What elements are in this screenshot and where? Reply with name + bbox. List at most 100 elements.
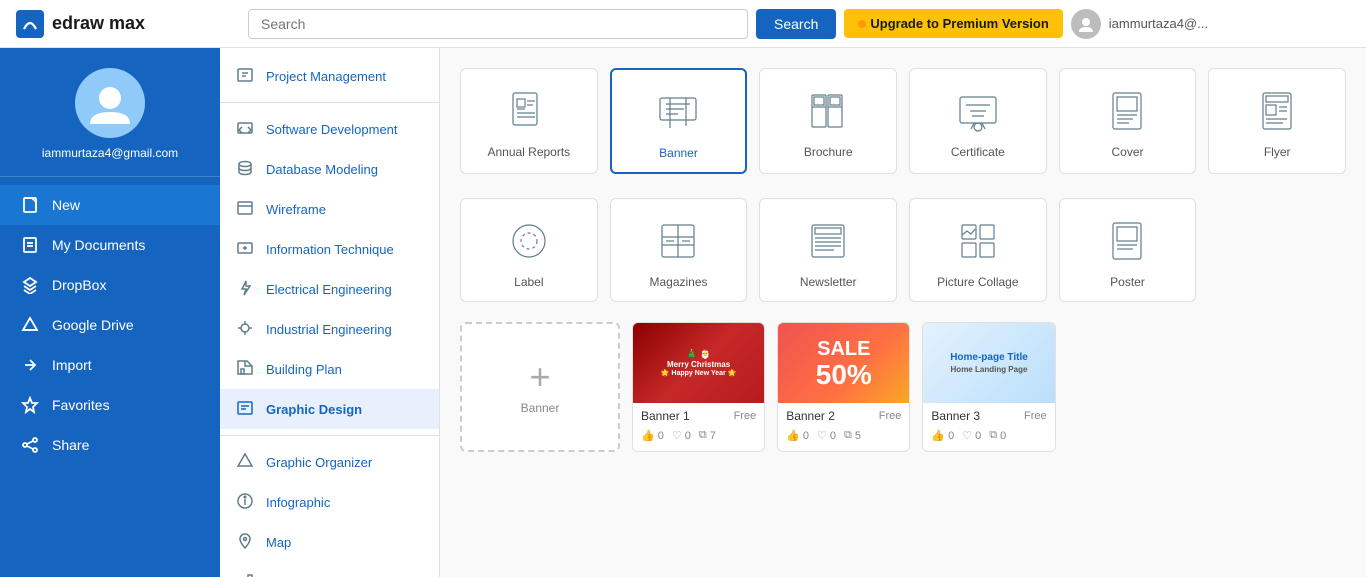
template-card-poster[interactable]: Poster (1059, 198, 1197, 302)
magazines-label: Magazines (649, 275, 707, 289)
template-card-magazines[interactable]: Magazines (610, 198, 748, 302)
banner-label: Banner (659, 146, 698, 160)
secondary-nav: Project Management Software Development … (220, 48, 440, 577)
annual-reports-label: Annual Reports (487, 145, 570, 159)
logo-text: edraw max (52, 13, 145, 34)
banner-3-hearts: ♡ 0 (962, 429, 981, 442)
banner-3-likes: 👍 0 (931, 429, 954, 442)
search-wrap: Search Upgrade to Premium Version iammur… (248, 9, 1350, 39)
banner-item-2[interactable]: SALE 50% Banner 2 Free 👍 0 ♡ 0 ⧉ 5 (777, 322, 910, 452)
banner-2-likes: 👍 0 (786, 429, 809, 442)
annual-reports-icon (503, 85, 555, 137)
template-card-picture-collage[interactable]: Picture Collage (909, 198, 1047, 302)
banner-icon (652, 86, 704, 138)
sw-icon (236, 119, 256, 139)
certificate-icon (952, 85, 1004, 137)
drive-icon (20, 315, 40, 335)
dropbox-icon (20, 275, 40, 295)
main-layout: iammurtaza4@gmail.com New My Documents D… (0, 48, 1366, 577)
secondary-item-industrial-engineering[interactable]: Industrial Engineering (220, 309, 439, 349)
template-card-newsletter[interactable]: Newsletter (759, 198, 897, 302)
flyer-label: Flyer (1264, 145, 1291, 159)
magazines-icon (652, 215, 704, 267)
flyer-icon (1251, 85, 1303, 137)
banner-3-title: Banner 3 (931, 409, 980, 423)
pm-icon (236, 66, 256, 86)
user-menu[interactable]: iammurtaza4@... (1071, 9, 1208, 39)
template-card-certificate[interactable]: Certificate (909, 68, 1047, 174)
sidebar-item-my-documents[interactable]: My Documents (0, 225, 220, 265)
info-icon (236, 492, 256, 512)
sidebar-item-new[interactable]: New (0, 185, 220, 225)
new-banner-label: Banner (521, 401, 560, 415)
template-card-label[interactable]: Label (460, 198, 598, 302)
secondary-item-wireframe[interactable]: Wireframe (220, 189, 439, 229)
newsletter-label: Newsletter (800, 275, 857, 289)
banner-item-1[interactable]: 🎄 🎅 Merry Christmas 🌟 Happy New Year 🌟 B… (632, 322, 765, 452)
secondary-item-software-development[interactable]: Software Development (220, 109, 439, 149)
banner-item-3[interactable]: Home-page Title Home Landing Page Banner… (922, 322, 1055, 452)
user-avatar (1071, 9, 1101, 39)
secondary-item-infographic[interactable]: Infographic (220, 482, 439, 522)
secondary-item-database-modeling[interactable]: Database Modeling (220, 149, 439, 189)
db-icon (236, 159, 256, 179)
wire-icon (236, 199, 256, 219)
go-icon (236, 452, 256, 472)
search-button[interactable]: Search (756, 9, 836, 39)
sidebar-item-dropbox[interactable]: DropBox (0, 265, 220, 305)
sidebar-item-import[interactable]: Import (0, 345, 220, 385)
template-card-cover[interactable]: Cover (1059, 68, 1197, 174)
sidebar-nav: New My Documents DropBox Google Drive (0, 177, 220, 473)
sidebar-item-google-drive[interactable]: Google Drive (0, 305, 220, 345)
sidebar-item-favorites[interactable]: Favorites (0, 385, 220, 425)
banner-3-copies: ⧉ 0 (989, 429, 1006, 442)
sidebar: iammurtaza4@gmail.com New My Documents D… (0, 48, 220, 577)
brochure-icon (802, 85, 854, 137)
banner-1-hearts: ♡ 0 (672, 429, 691, 442)
logo: edraw max (16, 10, 236, 38)
secondary-item-information-technique[interactable]: Information Technique (220, 229, 439, 269)
secondary-item-map[interactable]: Map (220, 522, 439, 562)
secondary-item-graphic-design[interactable]: Graphic Design (220, 389, 439, 429)
newsletter-icon (802, 215, 854, 267)
banner-1-likes: 👍 0 (641, 429, 664, 442)
share-icon (20, 435, 40, 455)
search-input[interactable] (248, 9, 748, 39)
certificate-label: Certificate (951, 145, 1005, 159)
picture-collage-label: Picture Collage (937, 275, 1018, 289)
template-type-grid: Annual Reports Banner (460, 68, 1346, 174)
import-icon (20, 355, 40, 375)
logo-icon (16, 10, 44, 38)
ee-icon (236, 279, 256, 299)
brochure-label: Brochure (804, 145, 853, 159)
banner-2-title: Banner 2 (786, 409, 835, 423)
picture-collage-icon (952, 215, 1004, 267)
template-card-brochure[interactable]: Brochure (759, 68, 897, 174)
banner-1-badge: Free (734, 410, 757, 422)
sidebar-avatar (75, 68, 145, 138)
new-banner-card[interactable]: + Banner (460, 322, 620, 452)
star-icon (20, 395, 40, 415)
secondary-item-graphs-and-charts[interactable]: Graphs and Charts (220, 562, 439, 577)
bp-icon (236, 359, 256, 379)
template-card-banner[interactable]: Banner (610, 68, 748, 174)
banner-1-title: Banner 1 (641, 409, 690, 423)
template-type-grid-2: Label Magazines (460, 198, 1346, 302)
upgrade-button[interactable]: Upgrade to Premium Version (844, 9, 1062, 38)
chart-icon (236, 572, 256, 577)
cover-icon (1101, 85, 1153, 137)
cover-label: Cover (1111, 145, 1143, 159)
template-card-flyer[interactable]: Flyer (1208, 68, 1346, 174)
banner-2-badge: Free (879, 410, 902, 422)
label-icon (503, 215, 555, 267)
banner-2-copies: ⧉ 5 (844, 429, 861, 442)
sidebar-item-share[interactable]: Share (0, 425, 220, 465)
secondary-item-graphic-organizer[interactable]: Graphic Organizer (220, 442, 439, 482)
banner-1-copies: ⧉ 7 (699, 429, 716, 442)
secondary-item-project-management[interactable]: Project Management (220, 56, 439, 96)
template-card-annual-reports[interactable]: Annual Reports (460, 68, 598, 174)
upgrade-label: Upgrade to Premium Version (870, 16, 1048, 31)
secondary-item-building-plan[interactable]: Building Plan (220, 349, 439, 389)
upgrade-dot (858, 20, 866, 28)
secondary-item-electrical-engineering[interactable]: Electrical Engineering (220, 269, 439, 309)
